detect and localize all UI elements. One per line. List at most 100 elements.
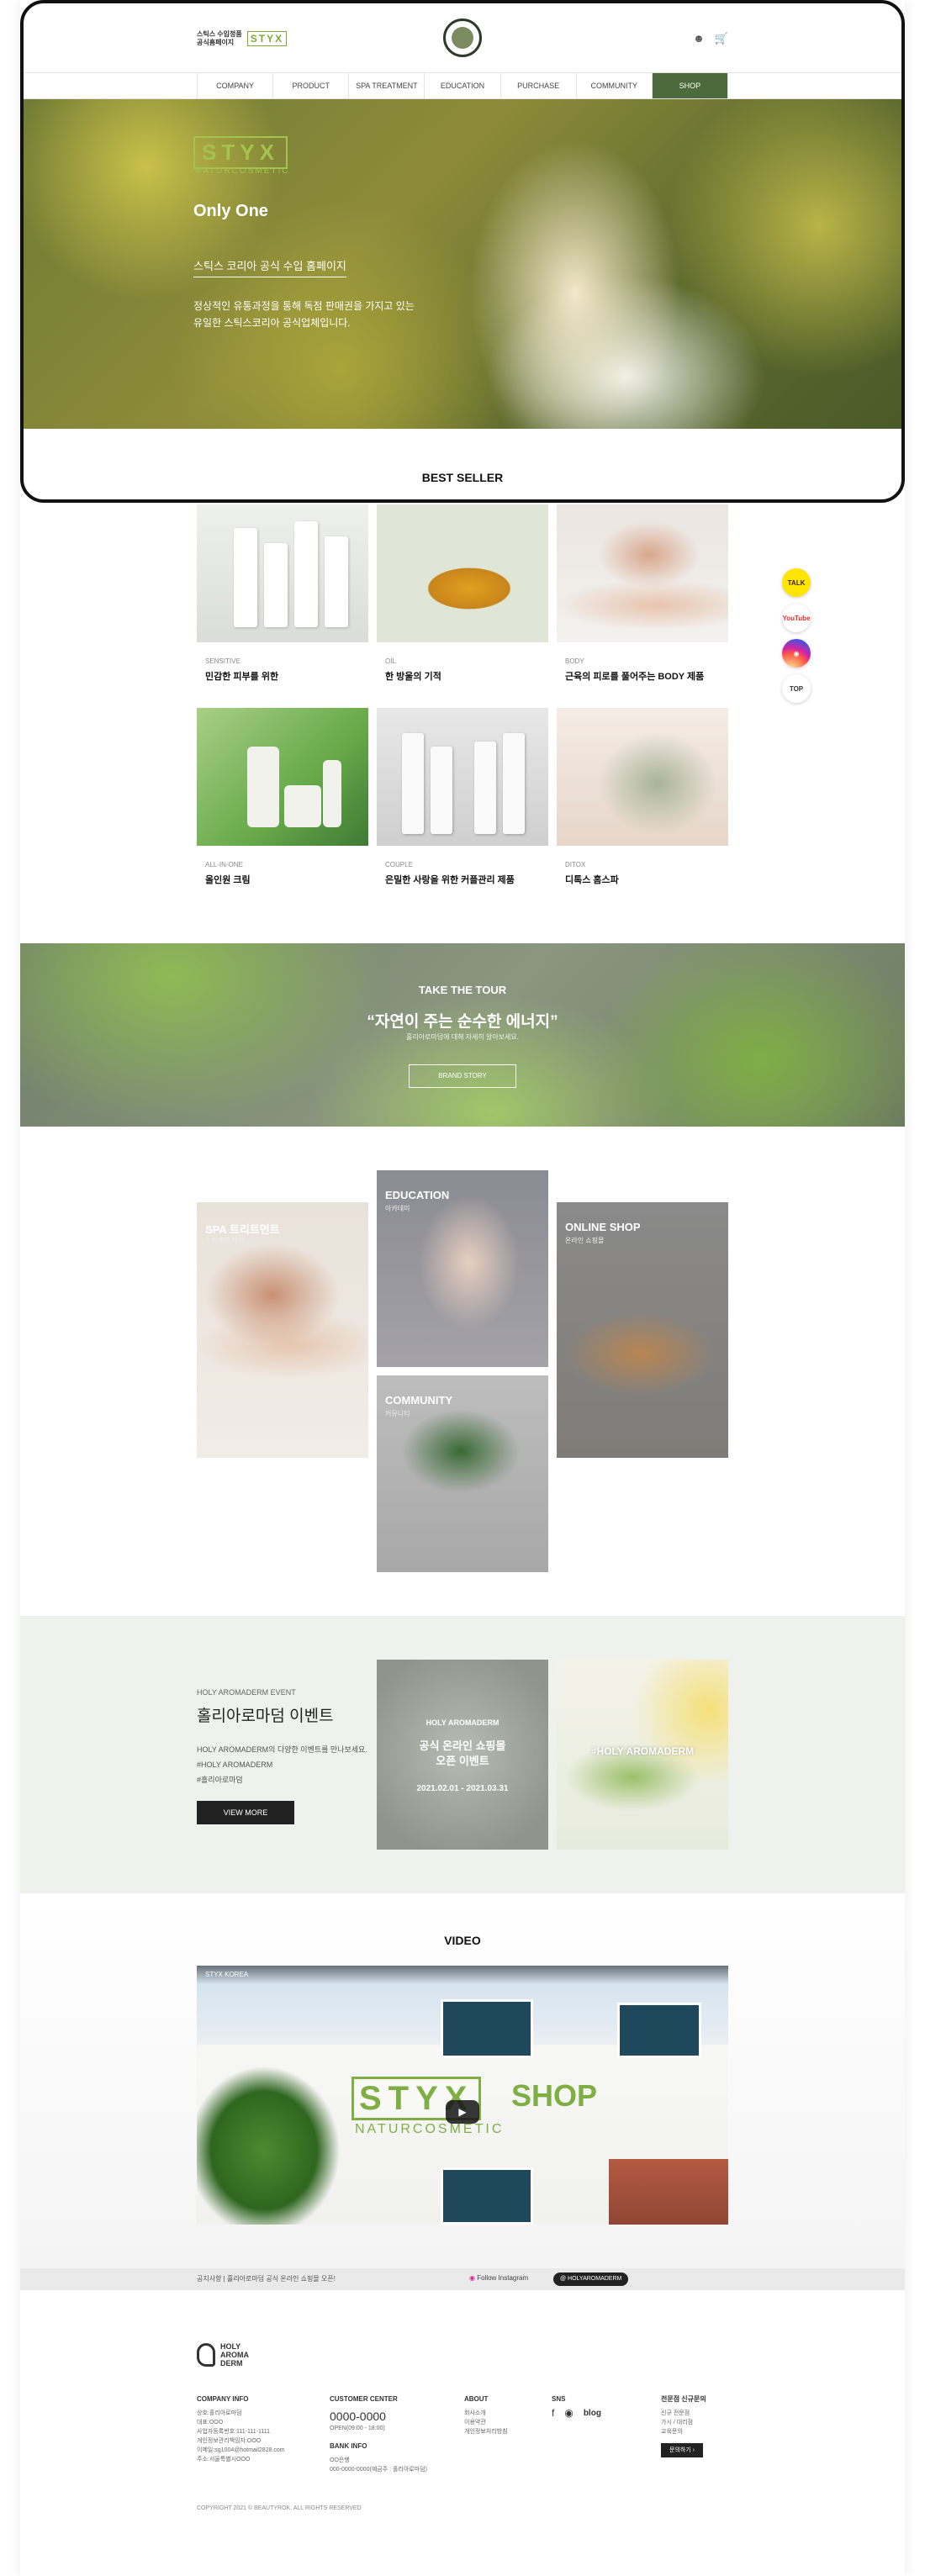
customer-phone[interactable]: 0000-0000 bbox=[330, 2409, 427, 2424]
category-tile-education[interactable]: EDUCATION 아카데미 bbox=[377, 1170, 548, 1367]
footer-logo-mark bbox=[197, 2343, 215, 2367]
product-image-body bbox=[557, 504, 728, 642]
header-icons: ☻ 🛒 bbox=[693, 32, 728, 45]
product-card[interactable]: BODY 근육의 피로를 풀어주는 BODY 제품 bbox=[557, 504, 728, 708]
brand-logo[interactable]: 스틱스 수입정품 공식홈페이지 STYX bbox=[197, 30, 288, 47]
event-card-line1: 공식 온라인 쇼핑몰 bbox=[419, 1739, 506, 1752]
footer-line: 사업자등록번호:111-111-1111 bbox=[197, 2429, 270, 2435]
nav-item-purchase[interactable]: PURCHASE bbox=[500, 73, 576, 98]
emblem-mark bbox=[452, 27, 473, 49]
event-card-open[interactable]: HOLY AROMADERM 공식 온라인 쇼핑몰 오픈 이벤트 2021.02… bbox=[377, 1660, 548, 1850]
category-tile-community[interactable]: COMMUNITY 커뮤니티 bbox=[377, 1375, 548, 1572]
hero-banner: STYX NATURCOSMETIC Only One 스틱스 코리아 공식 수… bbox=[20, 99, 905, 429]
footer-heading: 전문점 신규문의 bbox=[661, 2395, 706, 2403]
hero-logo: STYX bbox=[193, 136, 288, 169]
cart-icon[interactable]: 🛒 bbox=[715, 32, 728, 45]
brand-story-button[interactable]: BRAND STORY bbox=[409, 1064, 516, 1088]
notice-bar: 공지사항 | 홀리아로마덤 공식 온라인 쇼핑몰 오픈! ◉ Follow In… bbox=[20, 2268, 905, 2290]
product-category: BODY bbox=[565, 657, 584, 665]
video-channel-name: STYX KOREA bbox=[205, 1971, 249, 1978]
product-category: OIL bbox=[385, 657, 396, 665]
main-nav: COMPANY PRODUCT SPA TREATMENT EDUCATION … bbox=[20, 72, 905, 99]
inquiry-button[interactable]: 문의하기 › bbox=[661, 2443, 704, 2457]
video-tree bbox=[197, 2067, 348, 2225]
category-tile-online-shop[interactable]: ONLINE SHOP 온라인 쇼핑몰 bbox=[557, 1202, 728, 1458]
footer-heading: ABOUT bbox=[464, 2395, 489, 2403]
footer-link-privacy[interactable]: 개인정보처리방침 bbox=[464, 2427, 508, 2436]
follow-instagram-label: Follow Instagram bbox=[477, 2274, 529, 2282]
brand-ko-line1: 스틱스 수입정품 bbox=[197, 30, 242, 38]
event-card-hashtag[interactable]: #HOLY AROMADERM bbox=[557, 1660, 728, 1850]
hero-desc-line1: 정상적인 유통과정을 통해 독점 판매권을 가지고 있는 bbox=[193, 300, 415, 312]
product-card[interactable]: OIL 한 방울의 기적 bbox=[377, 504, 548, 708]
nav-item-company[interactable]: COMPANY bbox=[197, 73, 272, 98]
nav-item-product[interactable]: PRODUCT bbox=[272, 73, 348, 98]
tour-quote: “자연이 주는 순수한 에너지” bbox=[20, 1009, 905, 1032]
nav-item-education[interactable]: EDUCATION bbox=[424, 73, 500, 98]
footer-company-info: COMPANY INFO 상호:홀리아로마덤 대표:OOO 사업자등록번호:11… bbox=[197, 2394, 285, 2464]
nav-item-shop[interactable]: SHOP bbox=[651, 73, 728, 98]
nav-item-spa-treatment[interactable]: SPA TREATMENT bbox=[348, 73, 424, 98]
kakao-talk-button[interactable]: TALK bbox=[782, 568, 811, 597]
best-seller-title: BEST SELLER bbox=[421, 471, 504, 484]
play-icon: ▶ bbox=[458, 2106, 467, 2118]
facebook-icon[interactable]: f bbox=[552, 2408, 554, 2418]
product-card[interactable]: SENSITIVE 민감한 피부를 위한 bbox=[197, 504, 368, 708]
video-title: VIDEO bbox=[444, 1934, 481, 1947]
follow-instagram[interactable]: ◉ Follow Instagram bbox=[469, 2274, 528, 2282]
footer-link-terms[interactable]: 이용약관 bbox=[464, 2418, 508, 2427]
video-player[interactable]: STYX KOREA STYX NATURCOSMETIC SHOP ▶ bbox=[197, 1966, 728, 2225]
video-shop-text: SHOP bbox=[511, 2078, 598, 2113]
sns-links: f ◉ blog bbox=[552, 2408, 601, 2418]
product-card[interactable]: COUPLE 은밀한 사랑을 위한 커플관리 제품 bbox=[377, 708, 548, 911]
event-desc-line2: #HOLY AROMADERM bbox=[197, 1760, 273, 1769]
copyright: COPYRIGHT 2021 © BEAUTYROK. ALL RIGHTS R… bbox=[197, 2505, 362, 2511]
event-label: HOLY AROMADERM EVENT bbox=[197, 1688, 296, 1697]
video-logo-sub: NATURCOSMETIC bbox=[355, 2122, 505, 2136]
partner-line: 가시 / 대리점 bbox=[661, 2420, 694, 2426]
product-image-sensitive bbox=[197, 504, 368, 642]
footer-link-company[interactable]: 회사소개 bbox=[464, 2409, 508, 2418]
nav-inner: COMPANY PRODUCT SPA TREATMENT EDUCATION … bbox=[197, 73, 728, 98]
tour-quote-bold: 순수한 에너지 bbox=[457, 1013, 551, 1031]
youtube-button[interactable]: YouTube bbox=[782, 604, 811, 632]
footer-heading: CUSTOMER CENTER bbox=[330, 2395, 398, 2403]
category-title: EDUCATION bbox=[385, 1189, 450, 1201]
partner-line: 신규 전문점 bbox=[661, 2410, 690, 2416]
footer-heading: COMPANY INFO bbox=[197, 2395, 249, 2403]
blog-link[interactable]: blog bbox=[584, 2409, 601, 2418]
category-title: ONLINE SHOP bbox=[565, 1221, 641, 1233]
video-channel-bar: STYX KOREA bbox=[197, 1966, 728, 1984]
product-name: 올인원 크림 bbox=[205, 875, 251, 885]
instagram-button[interactable]: ◉ bbox=[782, 639, 811, 668]
scroll-top-button[interactable]: TOP bbox=[782, 674, 811, 703]
instagram-icon[interactable]: ◉ bbox=[564, 2408, 573, 2418]
user-icon[interactable]: ☻ bbox=[693, 32, 705, 45]
website: 스틱스 수입정품 공식홈페이지 STYX ☻ 🛒 COMPANY PRODUCT… bbox=[20, 0, 905, 2576]
product-name: 디톡스 홈스파 bbox=[565, 875, 619, 885]
instagram-account-badge[interactable]: @ HOLYAROMADERM bbox=[553, 2272, 629, 2286]
footer-line: 주소:서울특별시OOO bbox=[197, 2457, 251, 2463]
brand-text: 스틱스 수입정품 공식홈페이지 bbox=[197, 30, 242, 47]
floating-quick-menu: TALK YouTube ◉ TOP bbox=[782, 568, 811, 703]
play-button[interactable]: ▶ bbox=[446, 2100, 479, 2124]
footer-logo-line3: DERM bbox=[220, 2359, 243, 2367]
event-description: HOLY AROMADERM의 다양한 이벤트를 만나보세요. #HOLY AR… bbox=[197, 1742, 367, 1787]
video-window bbox=[441, 1999, 533, 2058]
product-card[interactable]: DITOX 디톡스 홈스파 bbox=[557, 708, 728, 911]
hero-desc-line2: 유일한 스틱스코리아 공식업체입니다. bbox=[193, 317, 351, 329]
category-subtitle: 스파예약 예약 bbox=[205, 1237, 245, 1244]
take-the-tour-banner: TAKE THE TOUR “자연이 주는 순수한 에너지” 홀리아로마덤에 대… bbox=[20, 943, 905, 1127]
event-card-line2: 오픈 이벤트 bbox=[436, 1755, 489, 1767]
nav-item-community[interactable]: COMMUNITY bbox=[575, 73, 652, 98]
product-card[interactable]: ALL-IN-ONE 올인원 크림 bbox=[197, 708, 368, 911]
center-emblem-logo[interactable] bbox=[443, 18, 482, 57]
brand-ko-line2: 공식홈페이지 bbox=[197, 39, 235, 46]
product-category: ALL-IN-ONE bbox=[205, 861, 243, 868]
product-name: 은밀한 사랑을 위한 커플관리 제품 bbox=[385, 875, 515, 885]
view-more-button[interactable]: VIEW MORE bbox=[197, 1801, 294, 1824]
notice-text[interactable]: 공지사항 | 홀리아로마덤 공식 온라인 쇼핑몰 오픈! bbox=[197, 2274, 336, 2283]
product-image-couple bbox=[377, 708, 548, 846]
footer-line: 상호:홀리아로마덤 bbox=[197, 2410, 242, 2416]
category-tile-spa[interactable]: SPA 트리트먼트 스파예약 예약 bbox=[197, 1202, 368, 1458]
